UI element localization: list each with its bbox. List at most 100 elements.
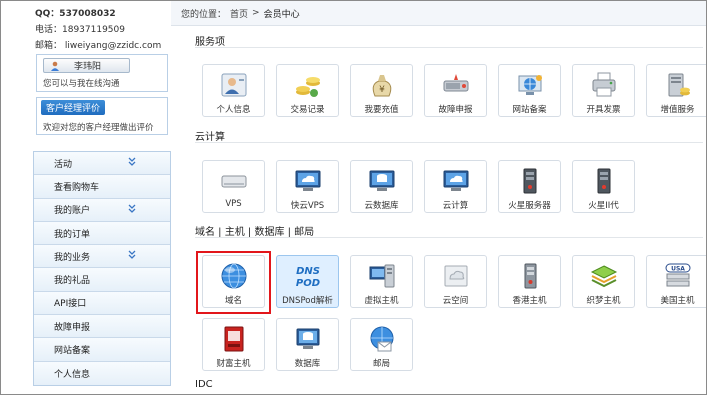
sidebar-item-label: API接口	[54, 299, 87, 310]
sidebar-item[interactable]: 故障申报	[34, 315, 170, 339]
tile-label: 故障申报	[438, 105, 473, 115]
tile-cloud[interactable]: 快云VPS	[276, 160, 339, 213]
breadcrumb-home-link[interactable]: 首页	[230, 7, 248, 20]
section-divider	[195, 142, 703, 143]
account-manager-box: 李玮阳 您可以与我在线沟通	[36, 54, 168, 92]
layers-icon	[589, 261, 619, 291]
double-chevron-down-icon[interactable]	[128, 157, 136, 169]
sidebar-item-label: 活动	[54, 159, 73, 170]
manager-name: 李玮阳	[74, 62, 102, 72]
tile-domain[interactable]: 财富主机	[202, 318, 265, 371]
section-divider	[195, 47, 703, 48]
virtual-host-icon	[367, 261, 397, 291]
tile-cloud[interactable]: VPS	[202, 160, 265, 213]
sidebar-item-label: 我的订单	[54, 229, 91, 240]
tile-label: 邮局	[372, 359, 390, 369]
tile-domain[interactable]: 香港主机	[498, 255, 561, 308]
sidebar-item-label: 我的礼品	[54, 276, 91, 287]
tile-label: 织梦主机	[586, 296, 621, 306]
person-card-icon	[219, 70, 249, 100]
evaluate-note: 欢迎对您的客户经理做出评价	[43, 123, 154, 133]
coins-icon	[293, 70, 323, 100]
cloud-space-icon	[441, 261, 471, 291]
broken-disk-icon	[441, 70, 471, 100]
tile-label: 火星服务器	[508, 201, 551, 211]
red-server-icon	[219, 324, 249, 354]
sidebar-item-label: 网站备案	[54, 346, 91, 357]
sidebar-item[interactable]: 我的账户	[34, 198, 170, 222]
hk-server-icon	[515, 261, 545, 291]
tile-domain[interactable]: 虚拟主机	[350, 255, 413, 308]
section-title-domain: 域名 | 主机 | 数据库 | 邮局	[195, 227, 315, 238]
sidebar-item[interactable]: 活动	[34, 152, 170, 176]
tile-domain[interactable]: 织梦主机	[572, 255, 635, 308]
tile-label: 云数据库	[364, 201, 399, 211]
tile-service[interactable]: 开具发票	[572, 64, 635, 117]
sidebar-item-label: 查看购物车	[54, 182, 100, 193]
sidebar-item[interactable]: API接口	[34, 291, 170, 316]
email-address: 邮箱： liweiyang@zzidc.com	[35, 41, 162, 51]
sidebar: QQ：537008032 电话：18937119509 邮箱： liweiyan…	[1, 1, 171, 394]
person-icon	[50, 61, 60, 71]
dnspod-logo-icon: DNS POD	[293, 261, 323, 291]
printer-icon	[589, 70, 619, 100]
tile-service[interactable]: 个人信息	[202, 64, 265, 117]
tile-domain[interactable]: 数据库	[276, 318, 339, 371]
svg-text:USA: USA	[671, 266, 685, 273]
tile-service[interactable]: 网站备案	[498, 64, 561, 117]
tile-service[interactable]: 交易记录	[276, 64, 339, 117]
svg-text:POD: POD	[295, 278, 319, 289]
breadcrumb-prefix: 您的位置：	[181, 9, 227, 20]
tile-label: 网站备案	[512, 105, 547, 115]
tile-label: 香港主机	[512, 296, 547, 306]
money-bag-icon: ¥	[367, 70, 397, 100]
tile-label: 增值服务	[660, 105, 695, 115]
section-title-idc: IDC	[195, 379, 213, 390]
sidebar-item-label: 个人信息	[54, 369, 91, 380]
breadcrumb: 您的位置： 首页 > 会员中心	[171, 1, 706, 26]
tile-service[interactable]: ¥ 我要充值	[350, 64, 413, 117]
sidebar-item-label: 我的业务	[54, 252, 91, 263]
sidebar-item[interactable]: 查看购物车	[34, 175, 170, 199]
tile-domain[interactable]: USA 美国主机	[646, 255, 706, 308]
section-title-cloud: 云计算	[195, 132, 225, 143]
svg-text:DNS: DNS	[296, 266, 320, 277]
svg-text:¥: ¥	[379, 85, 385, 95]
selected-highlight	[196, 251, 271, 314]
tower-server-icon	[515, 166, 545, 196]
tower-server-icon	[589, 166, 619, 196]
tile-label: 火星II代	[588, 201, 619, 211]
tile-cloud[interactable]: 云数据库	[350, 160, 413, 213]
tile-service[interactable]: 增值服务	[646, 64, 706, 117]
sidebar-item[interactable]: 网站备案	[34, 338, 170, 362]
tile-domain[interactable]: 邮局	[350, 318, 413, 371]
tile-label: 交易记录	[290, 105, 325, 115]
evaluate-manager-button[interactable]: 客户经理评价	[41, 100, 105, 115]
tile-cloud[interactable]: 火星服务器	[498, 160, 561, 213]
tile-label: 开具发票	[586, 105, 621, 115]
tile-label: 美国主机	[660, 296, 695, 306]
tile-domain[interactable]: DNS POD DNSPod解析	[276, 255, 339, 308]
tile-domain[interactable]: 云空间	[424, 255, 487, 308]
chat-with-manager-button[interactable]: 李玮阳	[43, 58, 130, 73]
tile-cloud[interactable]: 火星II代	[572, 160, 635, 213]
tile-cloud[interactable]: 云计算	[424, 160, 487, 213]
qq-number: QQ：537008032	[35, 9, 116, 19]
database-icon	[293, 324, 323, 354]
tile-label: 快云VPS	[290, 201, 325, 211]
tile-label: DNSPod解析	[282, 296, 333, 306]
double-chevron-down-icon[interactable]	[128, 250, 136, 262]
breadcrumb-separator: >	[252, 8, 260, 18]
double-chevron-down-icon[interactable]	[128, 204, 136, 216]
sidebar-item-label: 故障申报	[54, 322, 91, 333]
evaluate-box: 客户经理评价 欢迎对您的客户经理做出评价	[36, 97, 168, 135]
sidebar-item[interactable]: 我的订单	[34, 221, 170, 246]
sidebar-item[interactable]: 个人信息	[34, 361, 170, 385]
sidebar-item[interactable]: 我的业务	[34, 245, 170, 269]
tile-label: 财富主机	[216, 359, 251, 369]
tile-service[interactable]: 故障申报	[424, 64, 487, 117]
member-center-window: QQ：537008032 电话：18937119509 邮箱： liweiyan…	[0, 0, 707, 395]
tile-label: 云计算	[442, 201, 469, 211]
manager-note: 您可以与我在线沟通	[43, 79, 120, 89]
sidebar-item[interactable]: 我的礼品	[34, 268, 170, 292]
